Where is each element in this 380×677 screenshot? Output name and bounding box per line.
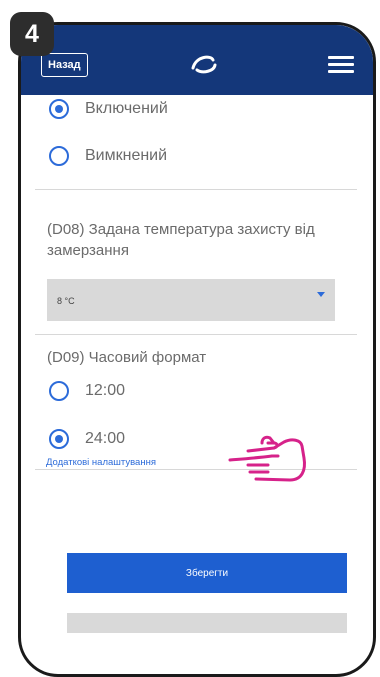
- d08-field-label: (D08) Задана температура захисту від зам…: [47, 221, 315, 259]
- radio-button[interactable]: [49, 381, 69, 401]
- phone-frame: Назад Включений Вимкнений (D08) Задана т…: [18, 22, 376, 677]
- radio-button-checked[interactable]: [49, 429, 69, 449]
- pointing-hand-icon: [228, 435, 306, 482]
- d08-temperature-select[interactable]: 8 °C: [47, 279, 335, 321]
- radio-button[interactable]: [49, 146, 69, 166]
- radio-label: 24:00: [85, 430, 126, 447]
- step-number-badge: 4: [10, 12, 54, 56]
- section-divider: [35, 189, 357, 190]
- radio-label: 12:00: [85, 382, 126, 399]
- radio-option-enabled[interactable]: Включений: [49, 99, 168, 119]
- save-button[interactable]: Зберегти: [67, 553, 347, 593]
- radio-label: Вимкнений: [85, 147, 168, 164]
- radio-option-24h[interactable]: 24:00: [49, 429, 125, 449]
- select-value: 8 °C: [57, 296, 75, 306]
- salus-logo-icon: [191, 55, 217, 74]
- hamburger-menu-icon[interactable]: [328, 56, 354, 74]
- section-divider: [35, 334, 357, 335]
- d09-field-label: (D09) Часовий формат: [47, 349, 207, 366]
- dropdown-arrow-icon: [317, 292, 325, 297]
- back-button[interactable]: Назад: [41, 53, 88, 77]
- radio-button-checked[interactable]: [49, 99, 69, 119]
- app-header: Назад: [21, 25, 373, 95]
- radio-option-disabled[interactable]: Вимкнений: [49, 146, 167, 166]
- more-settings-link[interactable]: Додаткові налаштування: [46, 457, 156, 468]
- radio-option-12h[interactable]: 12:00: [49, 381, 125, 401]
- bottom-placeholder-bar: [67, 613, 347, 633]
- radio-label: Включений: [85, 100, 168, 117]
